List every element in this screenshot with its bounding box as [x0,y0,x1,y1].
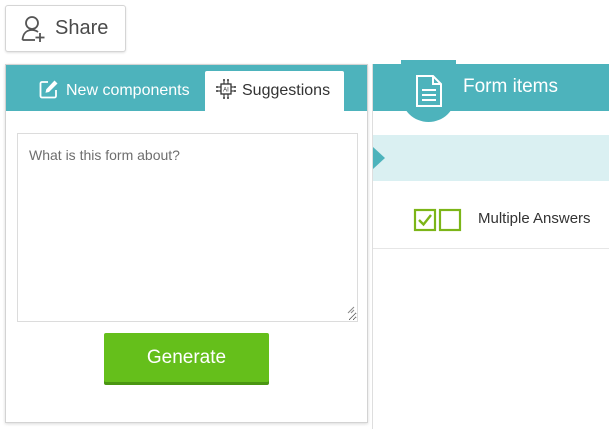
drop-zone[interactable] [373,135,609,181]
form-topic-textarea[interactable] [18,134,357,321]
share-label: Share [55,17,109,39]
components-panel: New components AI Suggestions What is th… [5,64,368,423]
prompt-field-container [17,133,358,322]
tab-suggestions[interactable]: AI Suggestions [205,71,344,111]
drop-zone-arrow-icon [373,147,385,169]
add-user-icon [21,15,47,43]
tab-new-components[interactable]: New components [39,71,190,111]
ai-chip-icon: AI [215,78,237,105]
form-items-title: Form items [463,76,558,97]
generate-button[interactable]: Generate [104,333,269,382]
tab-suggestions-label: Suggestions [242,82,331,99]
document-icon [401,60,456,122]
tab-new-components-label: New components [66,82,190,99]
form-item-label: Multiple Answers [478,210,591,227]
resize-grip-icon[interactable] [347,301,355,319]
form-item-multiple-answers[interactable]: Multiple Answers [373,194,609,249]
checkbox-pair-icon [413,207,463,238]
svg-text:AI: AI [223,87,229,93]
edit-icon [39,79,59,104]
panel-tab-bar: New components AI Suggestions [6,65,367,111]
share-button[interactable]: Share [5,5,126,52]
